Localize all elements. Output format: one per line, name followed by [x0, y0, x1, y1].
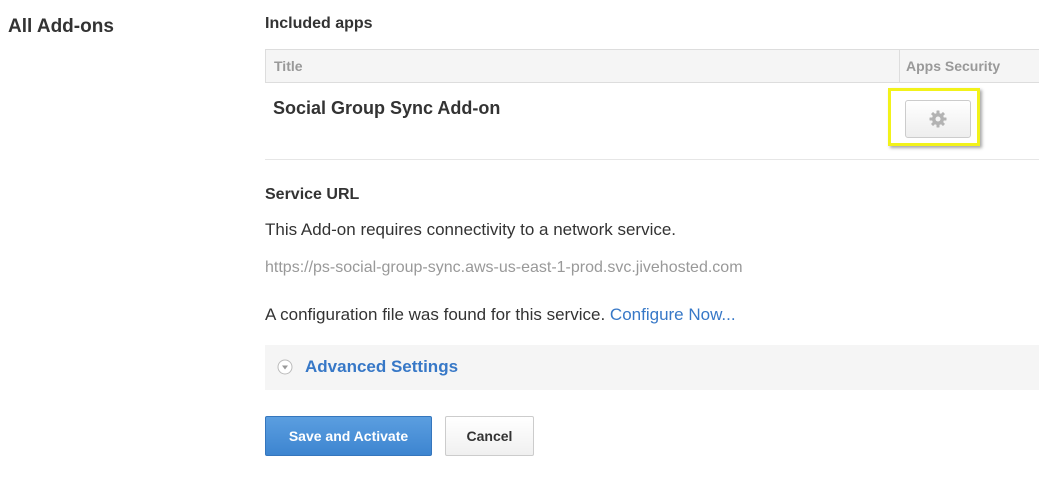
service-url-value: https://ps-social-group-sync.aws-us-east…	[265, 259, 743, 276]
app-name: Social Group Sync Add-on	[273, 98, 501, 118]
included-apps-heading: Included apps	[265, 15, 373, 32]
service-url-heading: Service URL	[265, 186, 360, 203]
column-header-title: Title	[274, 58, 303, 74]
included-apps-table: Title Apps Security Social Group Sync Ad…	[265, 49, 1039, 160]
cancel-button[interactable]: Cancel	[445, 416, 534, 456]
apps-security-button[interactable]	[905, 100, 971, 138]
addon-settings-page: All Add-ons Included apps Title Apps Sec…	[0, 0, 1039, 483]
table-header: Title Apps Security	[265, 49, 1039, 83]
config-message: A configuration file was found for this …	[265, 305, 736, 325]
page-title: All Add-ons	[8, 16, 114, 37]
column-header-apps-security: Apps Security	[906, 58, 1001, 74]
chevron-down-circle-icon	[277, 359, 293, 375]
column-divider	[899, 50, 900, 83]
gear-icon	[929, 110, 947, 128]
configure-now-link[interactable]: Configure Now...	[610, 305, 736, 324]
advanced-settings-toggle[interactable]: Advanced Settings	[265, 345, 1039, 390]
table-row: Social Group Sync Add-on	[265, 83, 1039, 160]
advanced-settings-label: Advanced Settings	[305, 357, 459, 376]
save-and-activate-button[interactable]: Save and Activate	[265, 416, 432, 456]
config-text: A configuration file was found for this …	[265, 305, 606, 324]
service-description: This Add-on requires connectivity to a n…	[265, 220, 677, 239]
